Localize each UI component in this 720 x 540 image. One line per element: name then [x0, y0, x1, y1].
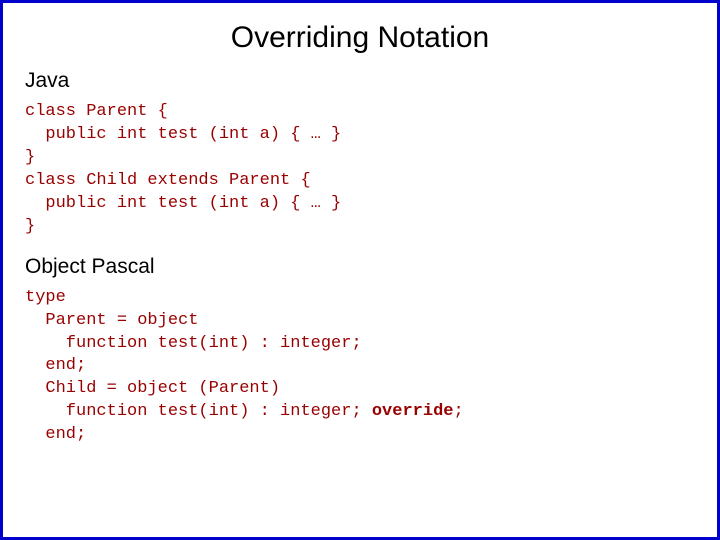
pascal-line-7: end; [25, 425, 86, 444]
pascal-line-5: Child = object (Parent) [25, 379, 280, 398]
java-section-label: Java [25, 69, 695, 93]
pascal-line-6b: ; [453, 402, 463, 421]
pascal-line-4: end; [25, 356, 86, 375]
slide-frame: Overriding Notation Java class Parent { … [0, 0, 720, 540]
slide-title: Overriding Notation [25, 21, 695, 55]
pascal-line-6a: function test(int) : integer; [25, 402, 372, 421]
pascal-code-block: type Parent = object function test(int) … [25, 287, 695, 448]
pascal-section-label: Object Pascal [25, 255, 695, 279]
pascal-line-1: type [25, 288, 66, 307]
java-code-block: class Parent { public int test (int a) {… [25, 101, 695, 239]
pascal-line-3: function test(int) : integer; [25, 334, 362, 353]
override-keyword: override [372, 402, 454, 421]
pascal-line-2: Parent = object [25, 311, 198, 330]
